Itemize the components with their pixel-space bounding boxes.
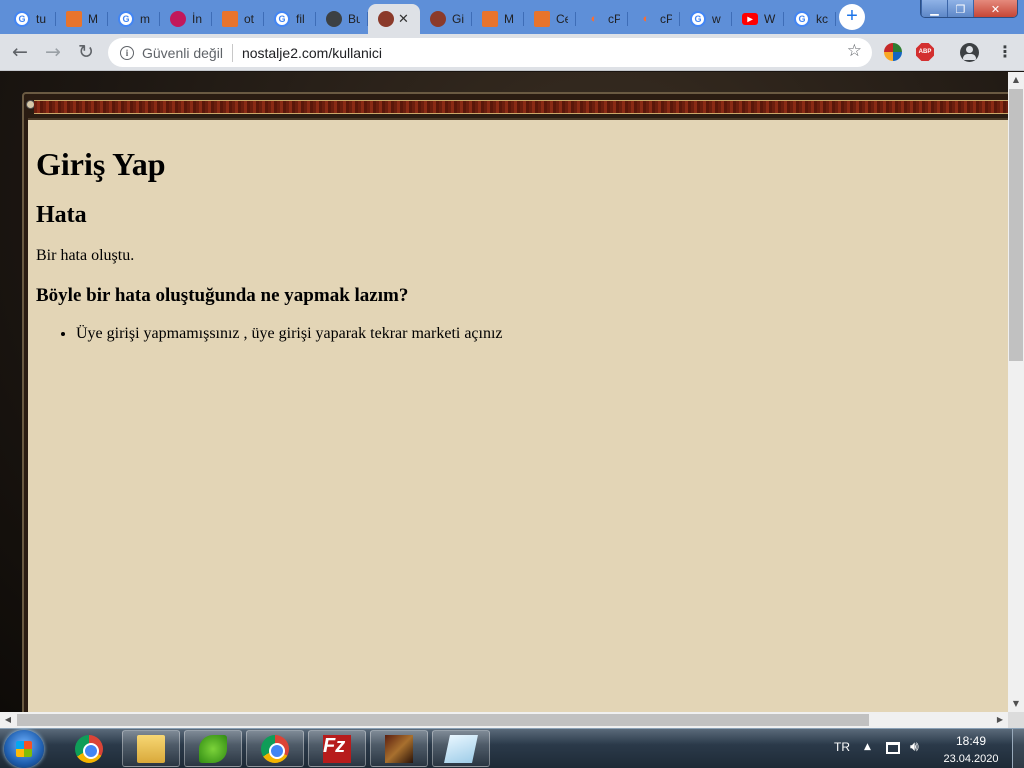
orange-site-icon: [482, 11, 498, 27]
forward-icon[interactable]: →: [41, 41, 65, 65]
close-tab-icon[interactable]: ✕: [398, 12, 409, 27]
cpanel-icon: ◐: [590, 13, 598, 25]
tab[interactable]: Gfil: [264, 4, 316, 34]
globe-extension-icon[interactable]: [884, 43, 902, 61]
menu-icon[interactable]: ⋮: [997, 43, 1013, 63]
game-frame: Giriş Yap Hata Bir hata oluştu. Böyle bi…: [22, 92, 1008, 712]
windows-taskbar: Fz TR ▲ 🔊︎ 18:49 23.04.2020: [0, 728, 1024, 768]
game-site-icon: [430, 11, 446, 27]
tab[interactable]: ot: [212, 4, 264, 34]
tab-active[interactable]: ✕: [368, 4, 420, 34]
explorer-icon: [137, 734, 165, 763]
chrome-icon: [75, 734, 103, 763]
help-list: Üye girişi yapmamışsınız , üye girişi ya…: [36, 325, 1008, 343]
tab[interactable]: ◐ cP: [576, 4, 628, 34]
security-label[interactable]: Güvenli değil: [142, 45, 223, 61]
list-item: Üye girişi yapmamışsınız , üye girişi ya…: [76, 325, 1008, 343]
tab[interactable]: Gkc: [784, 4, 836, 34]
taskbar-app[interactable]: [432, 730, 490, 767]
google-icon: G: [14, 11, 30, 27]
horizontal-scroll-thumb[interactable]: [17, 714, 869, 726]
scroll-left-icon[interactable]: ◀: [0, 712, 16, 728]
start-button[interactable]: [4, 730, 44, 768]
error-heading: Hata: [36, 202, 87, 228]
tab[interactable]: ◐ cP: [628, 4, 680, 34]
error-message: Bir hata oluştu.: [36, 247, 135, 264]
taskbar-app[interactable]: [60, 730, 118, 767]
show-desktop-button[interactable]: [1012, 729, 1024, 768]
divider: [231, 43, 233, 62]
page-viewport: Giriş Yap Hata Bir hata oluştu. Böyle bi…: [0, 72, 1008, 712]
scroll-up-icon[interactable]: ▲: [1008, 72, 1024, 88]
language-indicator[interactable]: TR: [834, 740, 850, 754]
chrome-icon: [261, 734, 289, 763]
close-window-icon[interactable]: ✕: [973, 0, 1017, 17]
taskbar-app[interactable]: Fz: [308, 730, 366, 767]
content-panel: Giriş Yap Hata Bir hata oluştu. Böyle bi…: [28, 118, 1008, 712]
game-site-icon: [378, 11, 394, 27]
tab[interactable]: Gw: [680, 4, 732, 34]
taskbar-app[interactable]: [184, 730, 242, 767]
orange-site-icon: [66, 11, 82, 27]
url-text[interactable]: nostalje2.com/kullanici: [242, 45, 382, 61]
clock[interactable]: 18:49 23.04.2020: [940, 734, 1002, 765]
clock-time: 18:49: [955, 734, 987, 748]
scrollbar-corner: [1008, 712, 1024, 728]
youtube-icon: ▸: [742, 13, 758, 25]
page-title: Giriş Yap: [36, 146, 166, 182]
address-bar[interactable]: i Güvenli değil nostalje2.com/kullanici …: [108, 38, 872, 67]
cpanel-icon: ◐: [642, 13, 650, 25]
minimize-icon[interactable]: ▁: [921, 0, 947, 17]
help-question: Böyle bir hata oluştuğunda ne yapmak laz…: [36, 285, 409, 306]
bookmark-star-icon[interactable]: ☆: [847, 41, 862, 61]
info-icon[interactable]: i: [120, 45, 134, 60]
pink-site-icon: [170, 11, 186, 27]
abp-icon[interactable]: ABP: [916, 43, 934, 61]
profile-avatar-icon[interactable]: [960, 43, 979, 62]
orange-site-icon: [534, 11, 550, 27]
scroll-right-icon[interactable]: ▶: [992, 712, 1008, 728]
tab[interactable]: İn: [160, 4, 212, 34]
orange-site-icon: [222, 11, 238, 27]
green-app-icon: [199, 734, 227, 763]
window-controls: ▁ ❐ ✕: [920, 0, 1018, 18]
google-icon: G: [274, 11, 290, 27]
filezilla-icon: Fz: [323, 734, 351, 763]
network-icon[interactable]: [886, 742, 900, 754]
tab[interactable]: Gm: [108, 4, 160, 34]
back-icon[interactable]: ←: [8, 41, 32, 65]
tab[interactable]: Gtu: [4, 4, 56, 34]
tray-expand-icon[interactable]: ▲: [864, 742, 871, 752]
globe-icon: [326, 11, 342, 27]
tab[interactable]: Bu: [316, 4, 368, 34]
horizontal-scrollbar[interactable]: ◀ ▶: [0, 712, 1008, 728]
game-icon: [385, 734, 413, 763]
scroll-down-icon[interactable]: ▼: [1008, 696, 1024, 712]
google-icon: G: [794, 11, 810, 27]
clock-date: 23.04.2020: [943, 753, 999, 765]
vertical-scroll-thumb[interactable]: [1009, 89, 1023, 361]
tab[interactable]: Gi: [420, 4, 472, 34]
notepad-icon: [444, 734, 478, 763]
volume-icon[interactable]: 🔊︎: [910, 739, 919, 755]
tab[interactable]: M: [56, 4, 108, 34]
vertical-scrollbar[interactable]: ▲ ▼: [1008, 72, 1024, 712]
taskbar-app[interactable]: [370, 730, 428, 767]
tab[interactable]: M: [472, 4, 524, 34]
tab-strip: Gtu M Gm İn ot Gfil Bu ✕ Gi M Ce ◐cP ◐cP…: [0, 0, 1024, 34]
taskbar-app[interactable]: [122, 730, 180, 767]
google-icon: G: [690, 11, 706, 27]
maximize-icon[interactable]: ❐: [947, 0, 973, 17]
google-icon: G: [118, 11, 134, 27]
taskbar-app[interactable]: [246, 730, 304, 767]
tab-list: Gtu M Gm İn ot Gfil Bu ✕ Gi M Ce ◐cP ◐cP…: [4, 4, 836, 34]
tab[interactable]: ▸ W: [732, 4, 784, 34]
reload-icon[interactable]: ↻: [74, 41, 98, 65]
browser-toolbar: ← → ↻ i Güvenli değil nostalje2.com/kull…: [0, 34, 1024, 71]
frame-top-border: [34, 100, 1008, 114]
new-tab-button[interactable]: +: [839, 4, 865, 30]
tab[interactable]: Ce: [524, 4, 576, 34]
